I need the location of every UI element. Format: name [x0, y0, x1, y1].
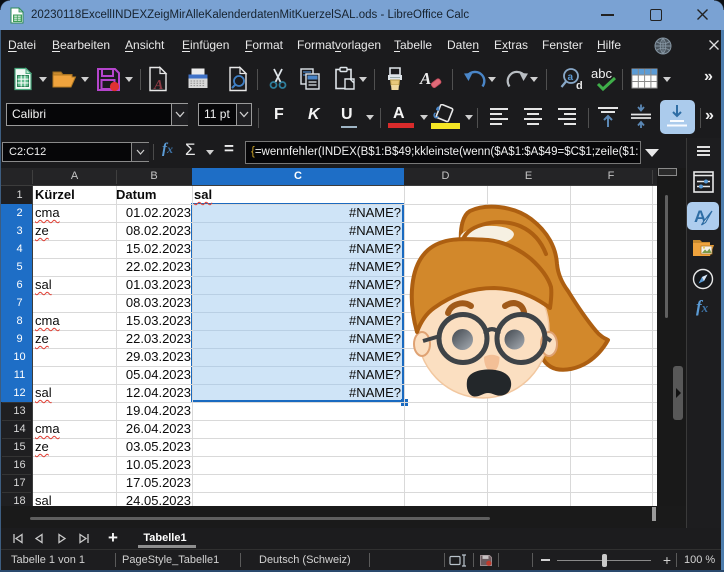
svg-text:A: A — [153, 78, 163, 92]
svg-text:d: d — [576, 80, 583, 92]
svg-text:abc: abc — [591, 66, 612, 81]
svg-text:a: a — [568, 72, 574, 83]
svg-text:A: A — [419, 69, 431, 88]
